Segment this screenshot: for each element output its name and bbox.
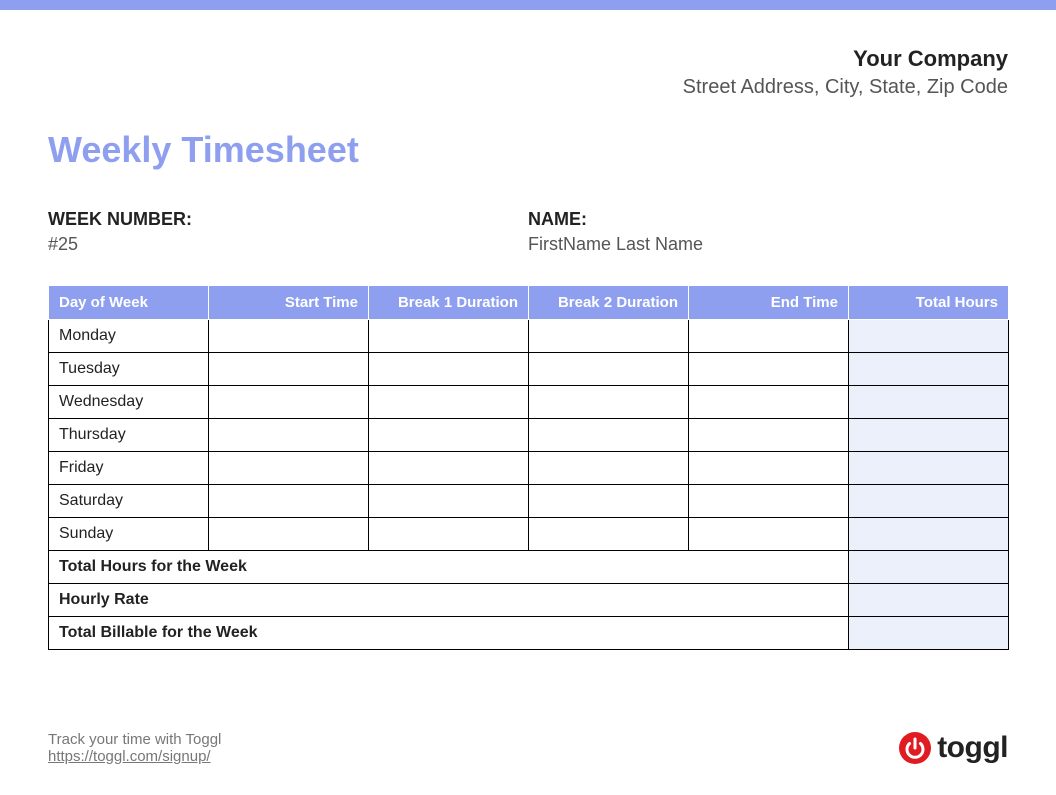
table-row: Monday (49, 320, 1009, 353)
logo-text: toggl (937, 731, 1008, 765)
cell-break1 (369, 419, 529, 452)
table-body: MondayTuesdayWednesdayThursdayFridaySatu… (49, 320, 1009, 551)
table-row: Saturday (49, 485, 1009, 518)
summary-row-total-hours: Total Hours for the Week (49, 551, 1009, 584)
cell-day: Sunday (49, 518, 209, 551)
signup-link[interactable]: https://toggl.com/signup/ (48, 748, 211, 765)
footer-left: Track your time with Toggl https://toggl… (48, 731, 221, 765)
cell-start (209, 518, 369, 551)
total-billable-label: Total Billable for the Week (49, 617, 849, 650)
total-billable-value (849, 617, 1009, 650)
cell-break2 (529, 320, 689, 353)
week-number-label: WEEK NUMBER: (48, 209, 528, 230)
cell-break2 (529, 419, 689, 452)
th-end: End Time (689, 286, 849, 320)
company-address: Street Address, City, State, Zip Code (48, 76, 1008, 99)
cell-break1 (369, 386, 529, 419)
cell-end (689, 518, 849, 551)
cell-start (209, 452, 369, 485)
page-title: Weekly Timesheet (48, 129, 1008, 171)
name-value: FirstName Last Name (528, 234, 1008, 255)
cell-start (209, 386, 369, 419)
cell-break1 (369, 353, 529, 386)
top-accent-bar (0, 0, 1056, 10)
cell-end (689, 320, 849, 353)
week-number-value: #25 (48, 234, 528, 255)
cell-day: Thursday (49, 419, 209, 452)
cell-end (689, 419, 849, 452)
table-header-row: Day of Week Start Time Break 1 Duration … (49, 286, 1009, 320)
toggl-logo: toggl (899, 731, 1008, 765)
summary-row-hourly-rate: Hourly Rate (49, 584, 1009, 617)
cell-start (209, 353, 369, 386)
th-total: Total Hours (849, 286, 1009, 320)
table-row: Tuesday (49, 353, 1009, 386)
meta-name: NAME: FirstName Last Name (528, 209, 1008, 255)
cell-total (849, 452, 1009, 485)
table-summary: Total Hours for the Week Hourly Rate Tot… (49, 551, 1009, 650)
cell-end (689, 386, 849, 419)
hourly-rate-label: Hourly Rate (49, 584, 849, 617)
th-start: Start Time (209, 286, 369, 320)
cell-day: Monday (49, 320, 209, 353)
meta-week: WEEK NUMBER: #25 (48, 209, 528, 255)
total-hours-week-label: Total Hours for the Week (49, 551, 849, 584)
cell-start (209, 419, 369, 452)
summary-row-total-billable: Total Billable for the Week (49, 617, 1009, 650)
total-hours-week-value (849, 551, 1009, 584)
cell-total (849, 518, 1009, 551)
cell-break1 (369, 518, 529, 551)
cell-break2 (529, 485, 689, 518)
cell-total (849, 485, 1009, 518)
name-label: NAME: (528, 209, 1008, 230)
company-block: Your Company Street Address, City, State… (48, 46, 1008, 99)
company-name: Your Company (48, 46, 1008, 72)
cell-total (849, 320, 1009, 353)
th-day: Day of Week (49, 286, 209, 320)
cell-break1 (369, 320, 529, 353)
cell-break2 (529, 452, 689, 485)
cell-break1 (369, 452, 529, 485)
meta-block: WEEK NUMBER: #25 NAME: FirstName Last Na… (48, 209, 1008, 255)
cell-end (689, 485, 849, 518)
cell-total (849, 386, 1009, 419)
cell-day: Saturday (49, 485, 209, 518)
cell-break2 (529, 386, 689, 419)
cell-break2 (529, 353, 689, 386)
cell-day: Friday (49, 452, 209, 485)
cell-total (849, 419, 1009, 452)
cell-break2 (529, 518, 689, 551)
hourly-rate-value (849, 584, 1009, 617)
power-icon (899, 732, 931, 764)
table-row: Wednesday (49, 386, 1009, 419)
page-content: Your Company Street Address, City, State… (0, 10, 1056, 650)
th-break2: Break 2 Duration (529, 286, 689, 320)
cell-end (689, 353, 849, 386)
footer-text: Track your time with Toggl (48, 731, 221, 748)
table-row: Friday (49, 452, 1009, 485)
cell-break1 (369, 485, 529, 518)
cell-day: Tuesday (49, 353, 209, 386)
cell-total (849, 353, 1009, 386)
footer: Track your time with Toggl https://toggl… (48, 731, 1008, 765)
cell-start (209, 320, 369, 353)
table-row: Thursday (49, 419, 1009, 452)
th-break1: Break 1 Duration (369, 286, 529, 320)
timesheet-table: Day of Week Start Time Break 1 Duration … (48, 285, 1009, 650)
table-row: Sunday (49, 518, 1009, 551)
cell-day: Wednesday (49, 386, 209, 419)
cell-end (689, 452, 849, 485)
cell-start (209, 485, 369, 518)
